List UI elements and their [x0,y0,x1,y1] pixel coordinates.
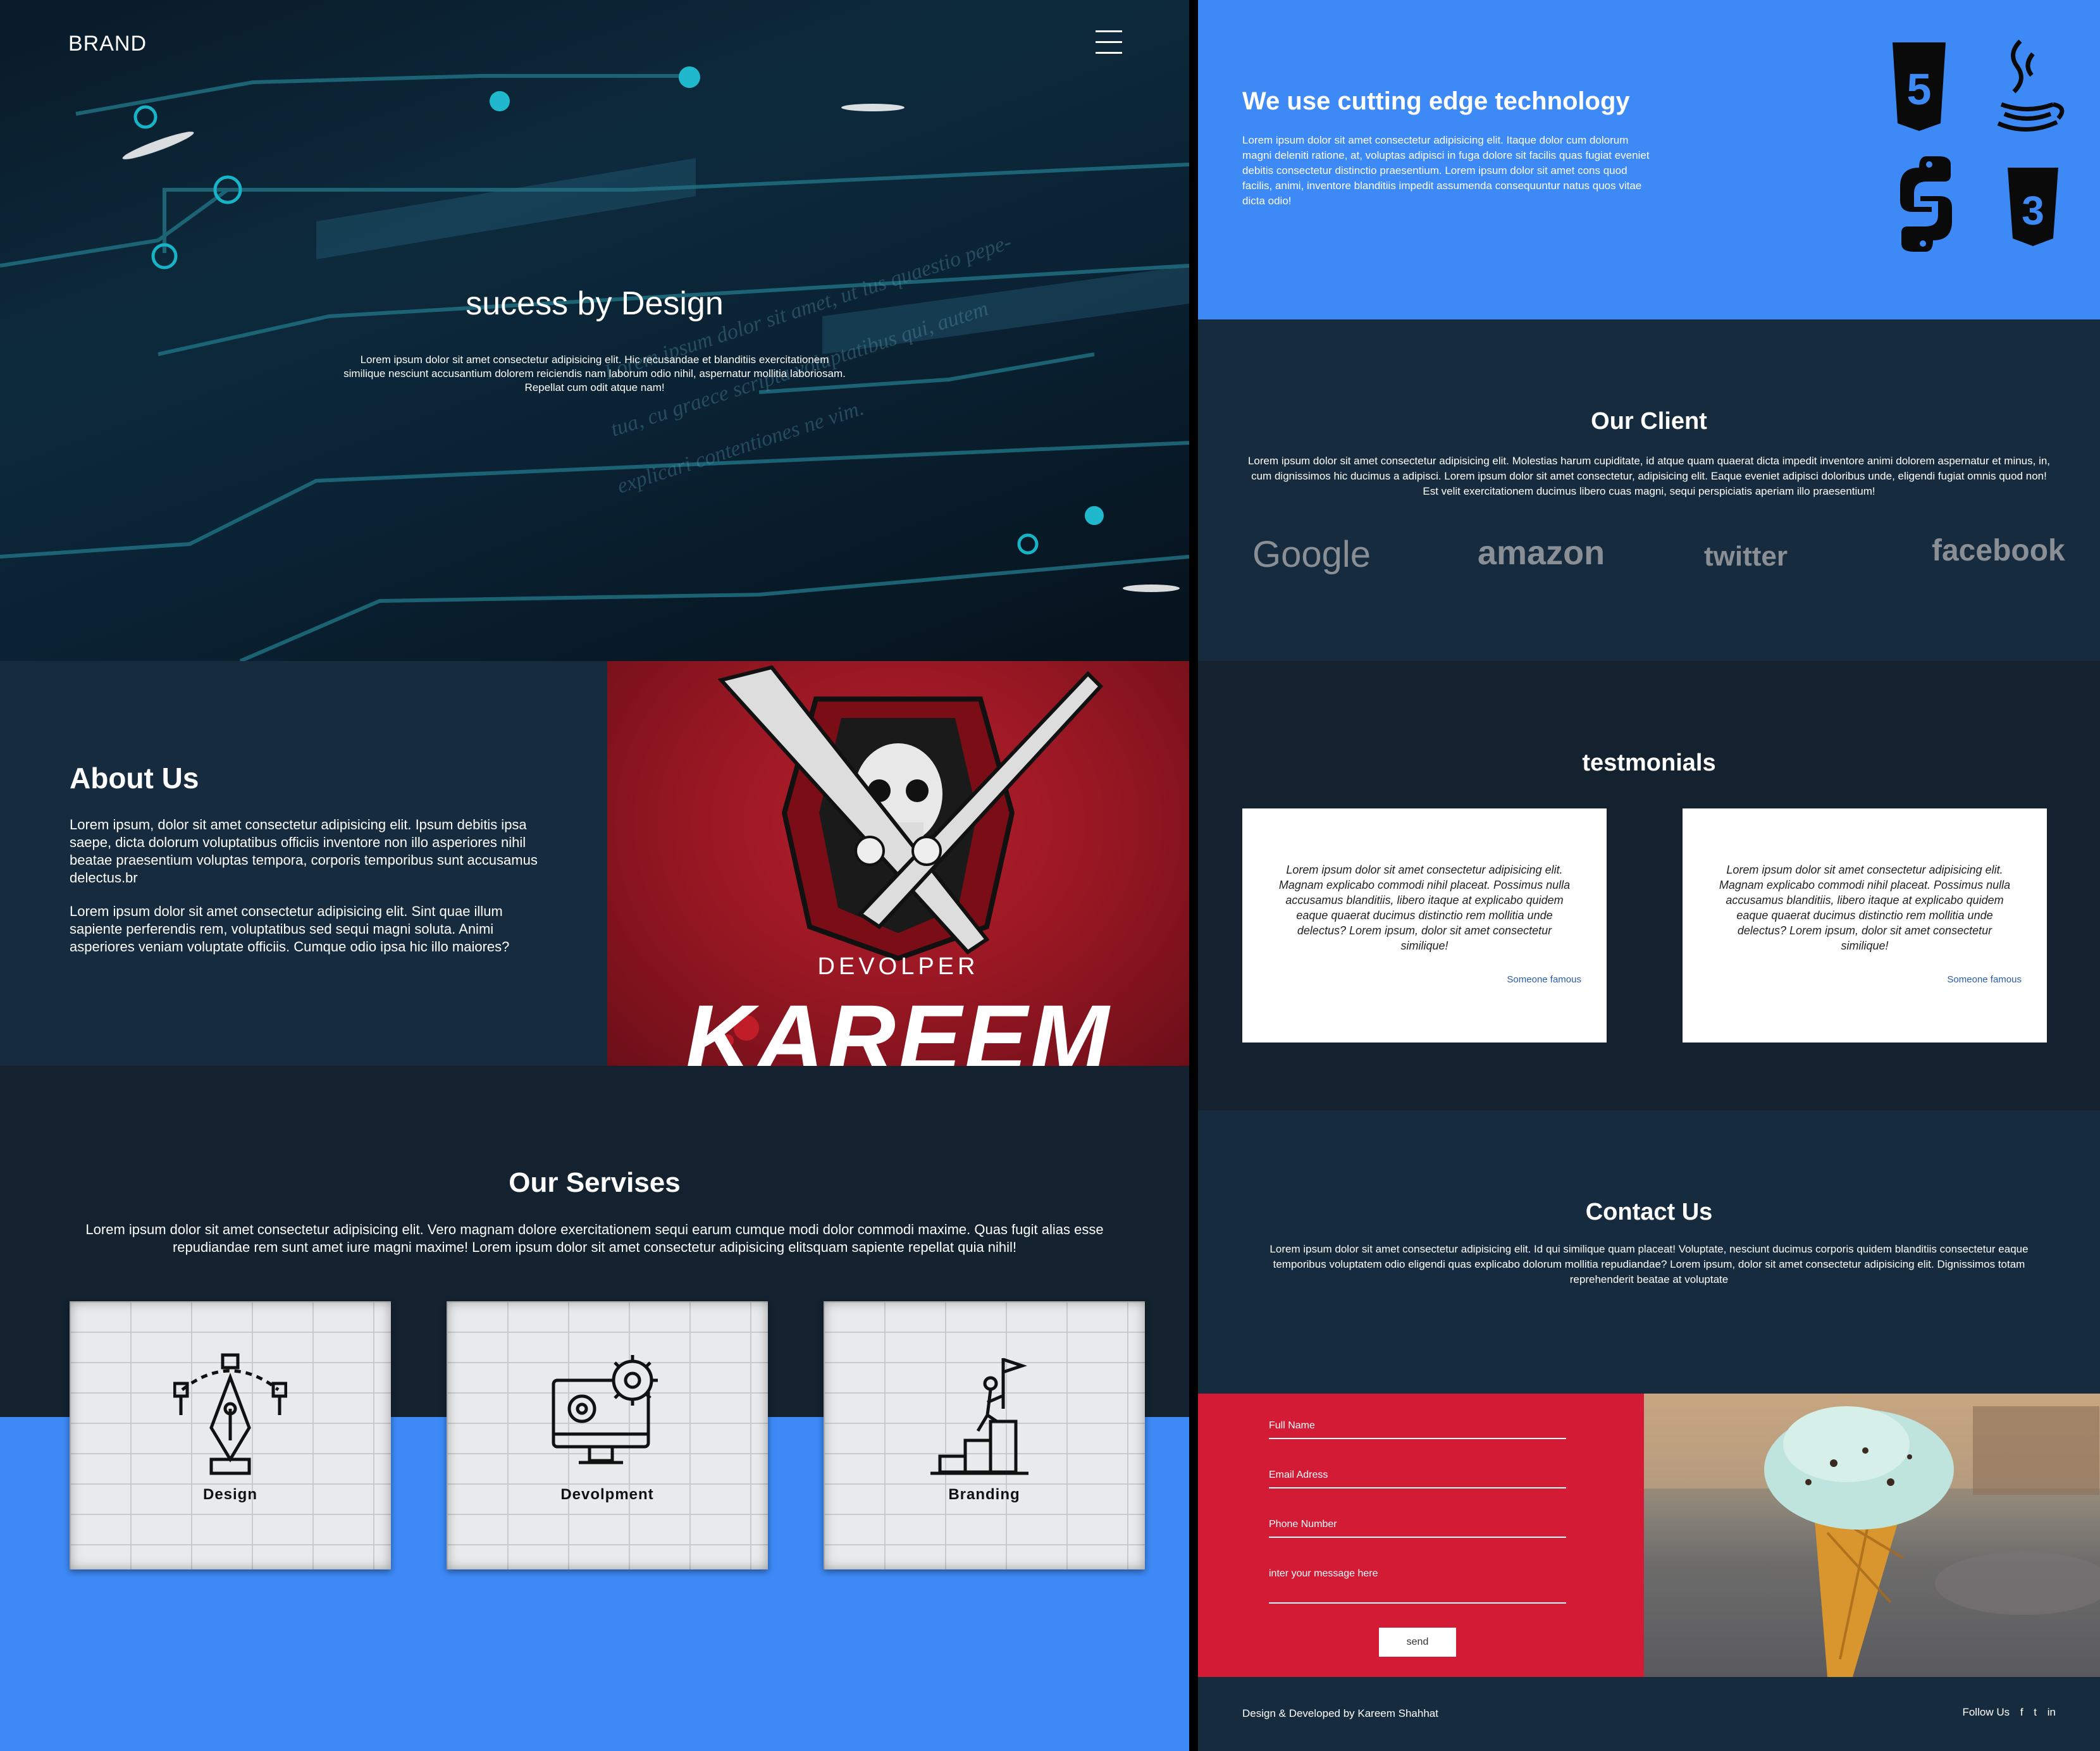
css3-icon: 3 [2008,168,2058,246]
tech-icons: 5 3 [1893,39,2065,252]
contact-title: Contact Us [1585,1199,1713,1225]
hero-section: Lorem ipsum dolor sit amet, ut ius quaes… [0,0,1189,661]
python-icon [1900,156,1952,252]
clients-title: Our Client [1591,408,1707,435]
testimonial-author[interactable]: Someone famous [1507,974,1581,985]
service-label-branding: Branding [948,1486,1020,1503]
clients-section: Our Client Lorem ipsum dolor sit amet co… [1198,319,2100,661]
ice-cream-photo [1644,1394,2100,1677]
services-text: Lorem ipsum dolor sit amet consectetur a… [85,1222,1104,1255]
testimonial-author[interactable]: Someone famous [1947,974,2022,985]
circuit-background: Lorem ipsum dolor sit amet, ut ius quaes… [0,66,1189,661]
testimonial-quote: Lorem ipsum dolor sit amet consectetur a… [1719,863,2011,952]
tech-text: Lorem ipsum dolor sit amet consectetur a… [1242,134,1650,207]
logo-name: KAREEM [684,985,1112,1066]
hamburger-menu-icon[interactable] [1096,30,1122,56]
testimonials-section: testmonials Lorem ipsum dolor sit amet c… [1198,661,2100,1110]
about-section: About Us Lorem ipsum, dolor sit amet con… [0,661,607,1066]
climber-flag-icon [930,1358,1028,1475]
services-title: Our Servises [509,1167,681,1198]
service-card-development[interactable]: Devolpment [447,1301,768,1569]
hero-title: sucess by Design [466,285,724,322]
contact-text: Lorem ipsum dolor sit amet consectetur a… [1269,1243,2029,1285]
about-paragraph-2: Lorem ipsum dolor sit amet consectetur a… [70,903,510,955]
email-field[interactable]: Email Adress [1269,1469,1566,1488]
about-title: About Us [70,762,199,795]
testimonial-card: Lorem ipsum dolor sit amet consectetur a… [1242,808,1607,1043]
follow-us-label: Follow Us [1962,1706,2010,1718]
java-icon [1997,39,2065,132]
follow-us: Follow Us f t in [1962,1706,2056,1719]
monitor-gears-icon [552,1355,658,1464]
google-logo[interactable]: Google [1252,533,1371,576]
contact-form: Full Name Email Adress Phone Number inte… [1198,1394,1644,1677]
testimonial-quote: Lorem ipsum dolor sit amet consectetur a… [1278,863,1571,952]
service-card-design[interactable]: Design [70,1301,391,1569]
clients-text: Lorem ipsum dolor sit amet consectetur a… [1247,455,2051,497]
services-section: Our Servises Lorem ipsum dolor sit amet … [0,1066,1189,1751]
testimonials-title: testmonials [1582,750,1716,776]
logo-subtitle: DEVOLPER [817,953,979,980]
hero-text: Lorem ipsum dolor sit amet consectetur a… [343,354,846,393]
twitter-icon[interactable]: t [2034,1706,2037,1718]
full-name-field[interactable]: Full Name [1269,1420,1566,1439]
html5-icon-number: 5 [1907,65,1932,114]
footer: Design & Developed by Kareem Shahhat Fol… [1198,1677,2100,1751]
twitter-logo[interactable]: twitter [1704,541,1788,572]
tech-title: We use cutting edge technology [1242,87,1630,115]
technology-section: We use cutting edge technology Lorem ips… [1198,0,2100,319]
amazon-logo[interactable]: amazon [1478,533,1605,572]
service-card-branding[interactable]: Branding [824,1301,1145,1569]
message-field[interactable]: inter your message here [1269,1568,1566,1604]
pen-tool-icon [173,1353,287,1475]
css3-icon-number: 3 [2022,188,2044,233]
brand-logo[interactable]: BRAND [68,32,147,56]
footer-credit: Design & Developed by Kareem Shahhat [1242,1707,1438,1719]
linkedin-icon[interactable]: in [2048,1706,2056,1718]
phone-field[interactable]: Phone Number [1269,1519,1566,1538]
service-label-development: Devolpment [560,1486,654,1503]
facebook-icon[interactable]: f [2020,1706,2023,1718]
contact-section: Contact Us Lorem ipsum dolor sit amet co… [1198,1110,2100,1394]
html5-icon: 5 [1893,42,1946,131]
ice-cream-cone-icon [1644,1394,2100,1677]
service-label-design: Design [202,1486,257,1503]
testimonial-card: Lorem ipsum dolor sit amet consectetur a… [1683,808,2047,1043]
about-paragraph-1: Lorem ipsum, dolor sit amet consectetur … [70,817,538,886]
developer-logo-image: DEVOLPER KAREEM [607,661,1189,1066]
facebook-logo[interactable]: facebook [1932,533,2065,568]
send-button[interactable]: send [1379,1628,1456,1657]
